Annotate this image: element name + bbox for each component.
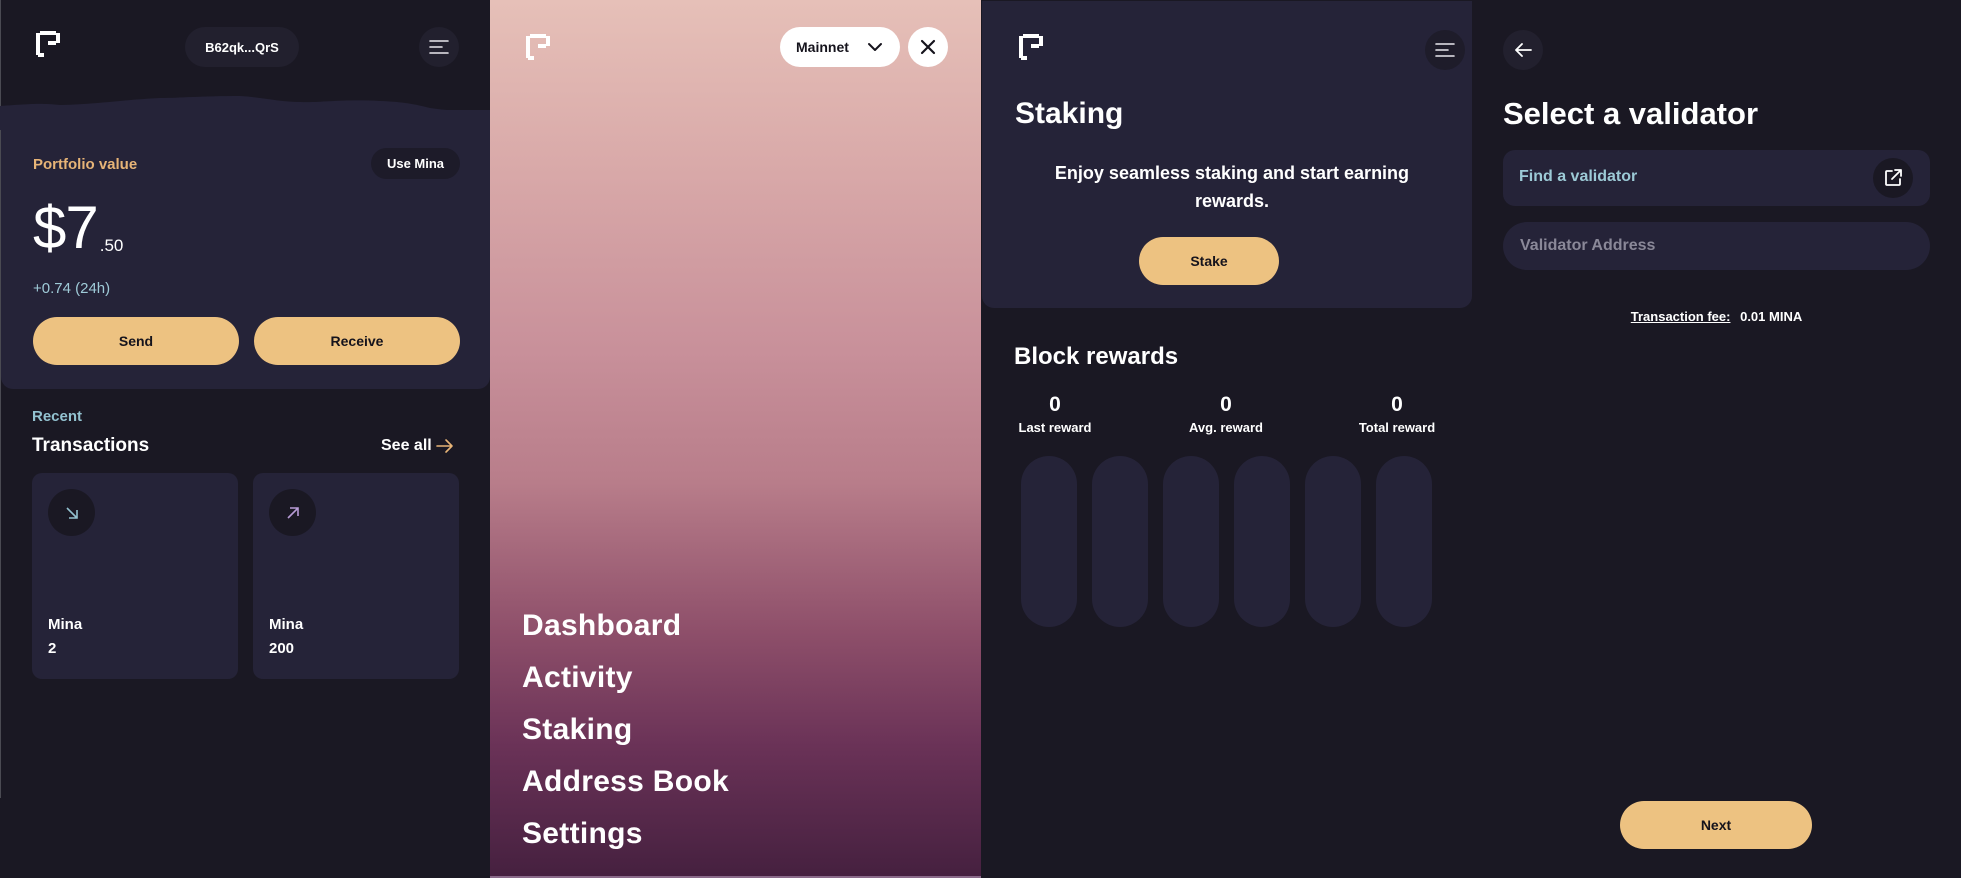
arrow-left-icon [1515, 43, 1532, 57]
transaction-fee: Transaction fee: 0.01 MINA [1472, 309, 1961, 324]
transactions-title: Transactions [32, 435, 150, 456]
external-link-icon [1885, 169, 1902, 186]
open-validator-list-button[interactable] [1873, 158, 1913, 198]
network-select[interactable]: Mainnet [780, 27, 900, 67]
reward-bar [1234, 456, 1290, 627]
page-title: Select a validator [1503, 96, 1759, 131]
see-all-label: See all [381, 437, 432, 454]
arrow-right-icon [435, 439, 453, 453]
block-rewards-title: Block rewards [1014, 343, 1179, 370]
fee-label: Transaction fee: [1630, 309, 1731, 324]
reward-bar [1021, 456, 1077, 627]
select-validator-screen: Select a validator Find a validator Tran… [1472, 0, 1961, 878]
fee-value: 0.01 MINA [1740, 309, 1803, 324]
hamburger-icon [429, 40, 449, 54]
transaction-asset: Mina [269, 616, 304, 633]
stat-label: Total reward [1358, 420, 1436, 435]
portfolio-balance: $7 .50 [33, 198, 123, 258]
staking-screen: Staking Enjoy seamless staking and start… [981, 0, 1472, 878]
transaction-asset: Mina [48, 616, 83, 633]
chevron-down-icon [867, 43, 882, 51]
pallad-logo-icon [32, 27, 66, 61]
reward-bar [1092, 456, 1148, 627]
see-all-link[interactable]: See all [381, 437, 454, 455]
transaction-amount: 200 [269, 640, 295, 657]
menu-button[interactable] [1425, 30, 1465, 70]
portfolio-card: Portfolio value Use Mina $7 .50 +0.74 (2… [1, 110, 490, 389]
transaction-card[interactable]: Mina 200 [253, 473, 459, 679]
app-stage: B62qk...QrS Portfolio value Use Mina $7 … [0, 0, 1961, 878]
pallad-logo-icon [522, 30, 556, 64]
staking-hero-card: Staking Enjoy seamless staking and start… [982, 1, 1472, 308]
staking-description: Enjoy seamless staking and start earning… [1054, 163, 1410, 211]
receive-button[interactable]: Receive [254, 317, 460, 365]
send-button[interactable]: Send [33, 317, 239, 365]
nav-item-settings[interactable]: Settings [522, 808, 729, 860]
transaction-amount: 2 [48, 640, 57, 657]
hamburger-icon [1435, 43, 1455, 57]
nav-item-staking[interactable]: Staking [522, 704, 729, 756]
portfolio-label: Portfolio value [33, 156, 138, 173]
reward-bar [1376, 456, 1432, 627]
find-validator-label: Find a validator [1519, 168, 1638, 185]
nav-item-address-book[interactable]: Address Book [522, 756, 729, 808]
transaction-card[interactable]: Mina 2 [32, 473, 238, 679]
main-nav: Dashboard Activity Staking Address Book … [522, 600, 729, 860]
arrow-down-right-icon [48, 489, 95, 536]
reward-bar [1305, 456, 1361, 627]
stat-value: 0 [1391, 393, 1403, 416]
page-title: Staking [1015, 97, 1124, 130]
stat-avg-reward: 0 Avg. reward [1166, 392, 1286, 435]
stat-value: 0 [1220, 393, 1232, 416]
dashboard-screen: B62qk...QrS Portfolio value Use Mina $7 … [0, 0, 490, 878]
balance-cents: .50 [99, 236, 124, 255]
use-mina-button[interactable]: Use Mina [371, 148, 460, 179]
pallad-logo-icon [1015, 30, 1049, 64]
stat-last-reward: 0 Last reward [995, 392, 1115, 435]
balance-change: +0.74 (24h) [33, 280, 111, 297]
stat-value: 0 [1049, 393, 1061, 416]
menu-screen: Mainnet Dashboard Activity Staking Addre… [490, 0, 981, 878]
recent-label: Recent [32, 408, 83, 425]
close-icon [920, 39, 936, 55]
validator-address-input[interactable] [1503, 222, 1930, 270]
account-address-pill[interactable]: B62qk...QrS [185, 27, 299, 67]
stat-total-reward: 0 Total reward [1337, 392, 1457, 435]
network-label: Mainnet [796, 39, 849, 55]
close-menu-button[interactable] [908, 27, 948, 67]
nav-item-dashboard[interactable]: Dashboard [522, 600, 729, 652]
stat-label: Last reward [1018, 420, 1092, 435]
nav-item-activity[interactable]: Activity [522, 652, 729, 704]
menu-button[interactable] [419, 27, 459, 67]
next-button[interactable]: Next [1620, 801, 1812, 849]
back-button[interactable] [1503, 30, 1543, 70]
arrow-up-right-icon [269, 489, 316, 536]
stat-label: Avg. reward [1189, 420, 1263, 435]
find-validator-row[interactable]: Find a validator [1503, 150, 1930, 206]
reward-bar [1163, 456, 1219, 627]
balance-main: $7 [33, 194, 99, 261]
stake-button[interactable]: Stake [1139, 237, 1279, 285]
